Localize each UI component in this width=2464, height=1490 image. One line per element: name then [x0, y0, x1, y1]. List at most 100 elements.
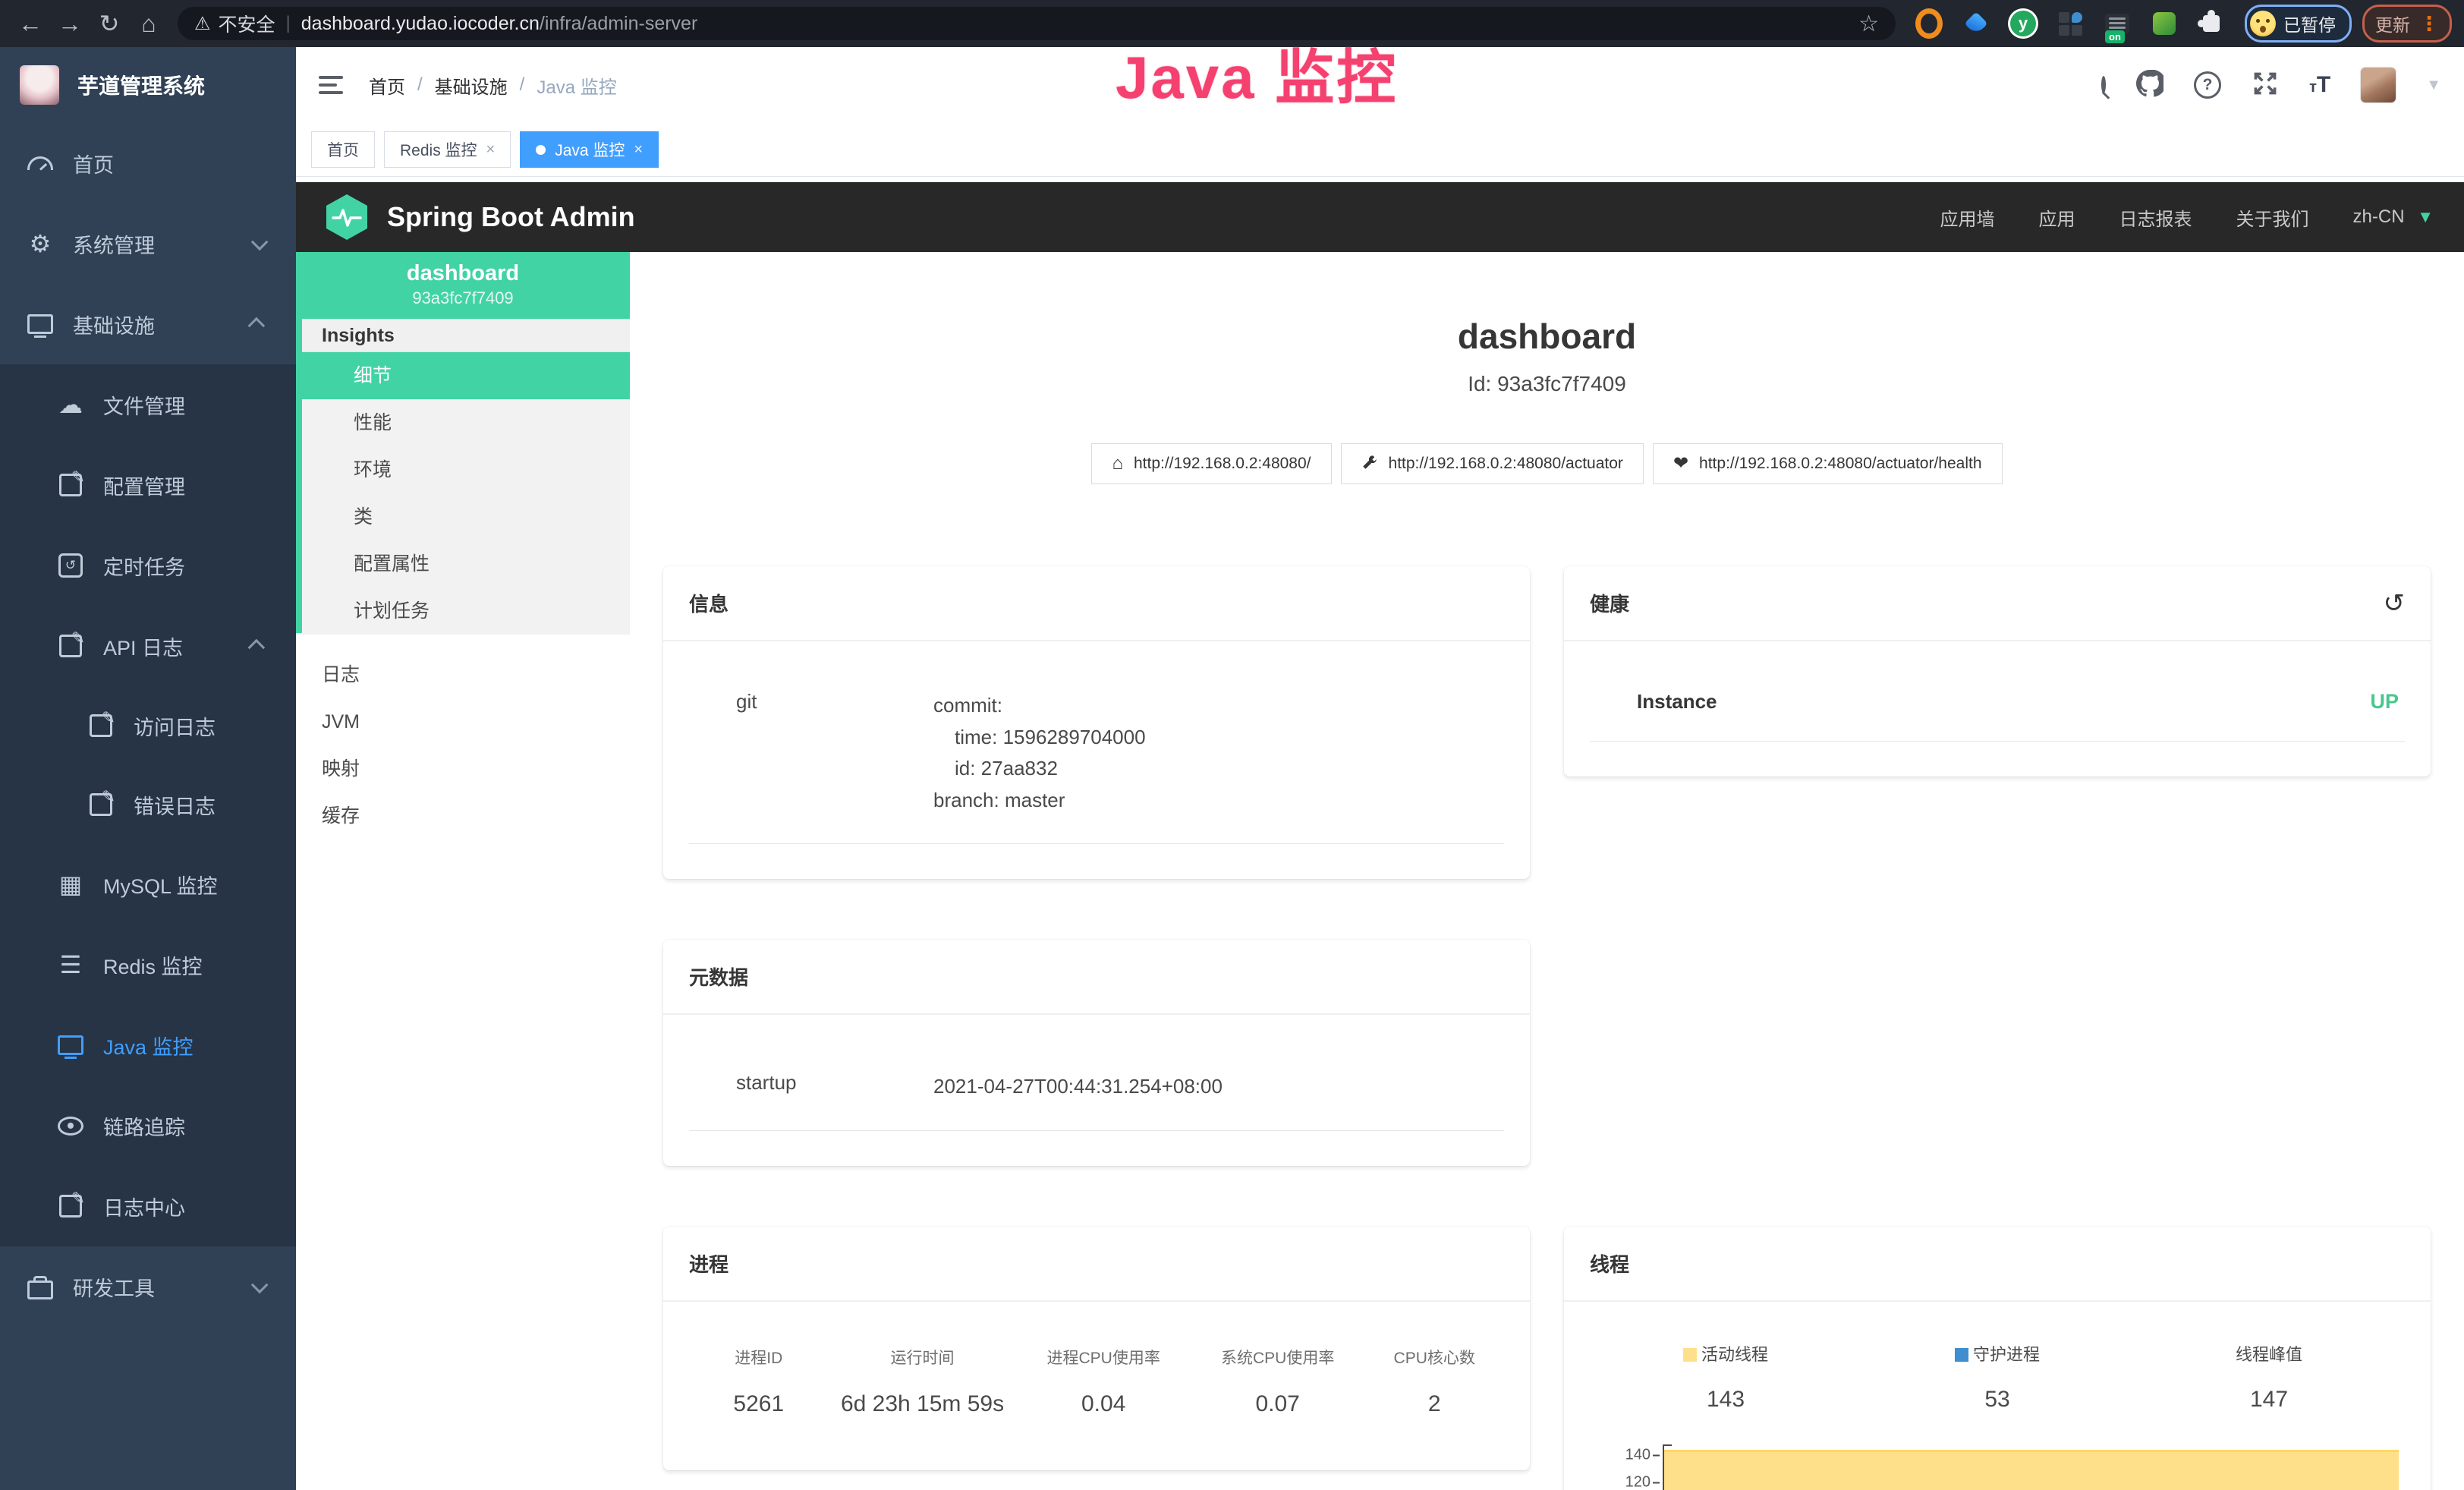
infra-submenu: ☁ 文件管理 配置管理 ↺ 定时任务 API 日志 访问日志 错误日志 ▦ My… — [0, 364, 296, 1246]
font-size-icon[interactable]: тT — [2309, 72, 2330, 98]
sidebar-item-java-monitor[interactable]: Java 监控 — [0, 1005, 296, 1085]
menu-item-metrics[interactable]: 性能 — [302, 399, 630, 446]
menu-item-caches[interactable]: 缓存 — [296, 792, 630, 840]
process-card: 进程 进程ID5261 运行时间6d 23h 15m 59s 进程CPU使用率0… — [663, 1227, 1530, 1470]
sidebar-item-redis-monitor[interactable]: ☰ Redis 监控 — [0, 925, 296, 1005]
sba-nav-applications[interactable]: 应用 — [2039, 204, 2075, 231]
legend-swatch-yellow — [1683, 1348, 1697, 1362]
menu-item-environment[interactable]: 环境 — [302, 446, 630, 493]
edit-icon — [88, 793, 114, 816]
sba-brand[interactable]: Spring Boot Admin — [387, 201, 635, 233]
sidebar-item-home[interactable]: 首页 — [0, 123, 296, 203]
forward-icon[interactable]: → — [52, 0, 88, 47]
address-bar[interactable]: ⚠ 不安全 | dashboard.yudao.iocoder.cn /infr… — [178, 7, 1896, 40]
browser-menu-icon[interactable]: ⋮ — [2419, 18, 2439, 29]
breadcrumb-home[interactable]: 首页 — [369, 72, 405, 99]
chevron-down-icon: ▼ — [2417, 207, 2434, 226]
header-actions: ? тT ▼ — [2101, 68, 2441, 102]
service-url-button[interactable]: ⌂ http://192.168.0.2:48080/ — [1091, 443, 1331, 484]
user-avatar[interactable] — [2361, 68, 2396, 102]
tab-redis-monitor[interactable]: Redis 监控 × — [384, 131, 511, 168]
update-label: 更新 — [2375, 11, 2410, 36]
extension-colab-icon[interactable] — [1915, 10, 1943, 37]
sba-locale-select[interactable]: zh-CN ▼ — [2353, 206, 2434, 228]
sba-nav-journal[interactable]: 日志报表 — [2119, 204, 2192, 231]
instance-name: dashboard — [296, 258, 630, 288]
extension-pin-icon[interactable] — [1962, 10, 1990, 37]
security-label[interactable]: 不安全 — [219, 10, 275, 37]
sidebar-item-log-center[interactable]: 日志中心 — [0, 1166, 296, 1246]
menu-item-details[interactable]: 细节 — [296, 352, 630, 399]
breadcrumb-section[interactable]: 基础设施 — [435, 72, 508, 99]
sidebar-item-file-manage[interactable]: ☁ 文件管理 — [0, 364, 296, 445]
fullscreen-icon[interactable] — [2252, 70, 2279, 101]
health-card: 健康 ↺ Instance UP — [1564, 566, 2431, 777]
github-icon[interactable] — [2136, 70, 2163, 101]
sidebar-item-devtools[interactable]: 研发工具 — [0, 1246, 296, 1327]
sba-nav-wall[interactable]: 应用墙 — [1940, 204, 1995, 231]
menu-item-scheduled-tasks[interactable]: 计划任务 — [302, 587, 630, 635]
dashboard-icon — [27, 156, 53, 170]
url-path[interactable]: /infra/admin-server — [540, 13, 697, 35]
bookmark-star-icon[interactable]: ☆ — [1858, 11, 1879, 37]
sidebar-item-system[interactable]: ⚙ 系统管理 — [0, 203, 296, 284]
tab-java-monitor[interactable]: Java 监控 × — [520, 131, 659, 168]
sidebar-item-mysql-monitor[interactable]: ▦ MySQL 监控 — [0, 844, 296, 925]
breadcrumb: 首页 / 基础设施 / Java 监控 — [369, 72, 617, 99]
tag-tab-bar: 首页 Redis 监控 × Java 监控 × — [296, 123, 2464, 177]
legend-peak-threads: 线程峰值 — [2133, 1341, 2405, 1366]
extensions-puzzle-icon[interactable] — [2198, 10, 2225, 37]
sba-instance-header[interactable]: dashboard 93a3fc7f7409 — [296, 252, 630, 319]
help-icon[interactable]: ? — [2194, 71, 2221, 99]
menu-item-classes[interactable]: 类 — [302, 493, 630, 540]
home-icon[interactable]: ⌂ — [131, 0, 167, 47]
sidebar-item-api-log[interactable]: API 日志 — [0, 606, 296, 686]
extension-leaf-icon[interactable] — [2151, 10, 2178, 37]
sidebar-item-tracing[interactable]: 链路追踪 — [0, 1085, 296, 1166]
info-value: commit: time: 1596289704000 id: 27aa832 … — [933, 690, 1146, 816]
chevron-down-icon — [251, 234, 269, 251]
sidebar-item-scheduled-jobs[interactable]: ↺ 定时任务 — [0, 525, 296, 606]
extension-on-icon[interactable]: on — [2104, 10, 2131, 37]
search-icon[interactable] — [2101, 78, 2106, 92]
app-logo-row[interactable]: 芋道管理系统 — [0, 47, 296, 123]
tab-home[interactable]: 首页 — [311, 131, 375, 168]
health-card-title: 健康 ↺ — [1564, 566, 2431, 641]
process-stats: 进程ID5261 运行时间6d 23h 15m 59s 进程CPU使用率0.04… — [689, 1346, 1504, 1417]
actuator-url-button[interactable]: http://192.168.0.2:48080/actuator — [1341, 443, 1644, 484]
extension-grid-icon[interactable] — [2056, 10, 2084, 37]
menu-item-jvm[interactable]: JVM — [296, 698, 630, 745]
sidebar-item-infra[interactable]: 基础设施 — [0, 284, 296, 364]
git-info-row: git commit: time: 1596289704000 id: 27aa… — [689, 690, 1504, 844]
avatar-caret-icon[interactable]: ▼ — [2426, 77, 2441, 94]
health-url-button[interactable]: ❤ http://192.168.0.2:48080/actuator/heal… — [1653, 443, 2003, 484]
info-card: 信息 git commit: time: 1596289704000 id: 2… — [663, 566, 1530, 879]
sba-nav-about[interactable]: 关于我们 — [2236, 204, 2309, 231]
close-icon[interactable]: × — [634, 141, 643, 159]
close-icon[interactable]: × — [486, 141, 496, 159]
health-instance-row[interactable]: Instance UP — [1590, 690, 2405, 742]
threads-legend: 活动线程 守护进程 线程峰值 — [1590, 1341, 2405, 1366]
insights-group: Insights 细节 性能 环境 类 配置属性 计划任务 — [296, 319, 630, 635]
sidebar-item-config-manage[interactable]: 配置管理 — [0, 445, 296, 525]
spring-boot-admin-frame: Spring Boot Admin 应用墙 应用 日志报表 关于我们 zh-CN… — [296, 176, 2464, 1490]
browser-update-chip[interactable]: 更新 ⋮ — [2362, 5, 2452, 43]
browser-profile-chip[interactable]: 已暂停 — [2245, 5, 2352, 43]
sidebar-item-error-log[interactable]: 错误日志 — [0, 765, 296, 844]
sba-instance-menu: dashboard 93a3fc7f7409 Insights 细节 性能 环境… — [296, 252, 630, 1490]
extension-y-icon[interactable]: y — [2009, 10, 2037, 37]
menu-item-config-props[interactable]: 配置属性 — [302, 540, 630, 587]
security-warning-icon[interactable]: ⚠ — [194, 13, 211, 35]
history-icon[interactable]: ↺ — [2384, 591, 2406, 616]
back-icon[interactable]: ← — [12, 0, 49, 47]
legend-live-threads: 活动线程 — [1590, 1341, 1861, 1366]
collapse-menu-icon[interactable] — [319, 76, 343, 94]
reload-icon[interactable]: ↻ — [91, 0, 127, 47]
menu-item-mappings[interactable]: 映射 — [296, 745, 630, 792]
instance-id-line: Id: 93a3fc7f7409 — [663, 372, 2431, 396]
info-card-title: 信息 — [663, 566, 1530, 641]
url-host[interactable]: dashboard.yudao.iocoder.cn — [301, 13, 540, 35]
threads-chart: 140 120 100 — [1590, 1440, 2405, 1490]
sidebar-item-access-log[interactable]: 访问日志 — [0, 686, 296, 765]
menu-item-logs[interactable]: 日志 — [296, 651, 630, 698]
